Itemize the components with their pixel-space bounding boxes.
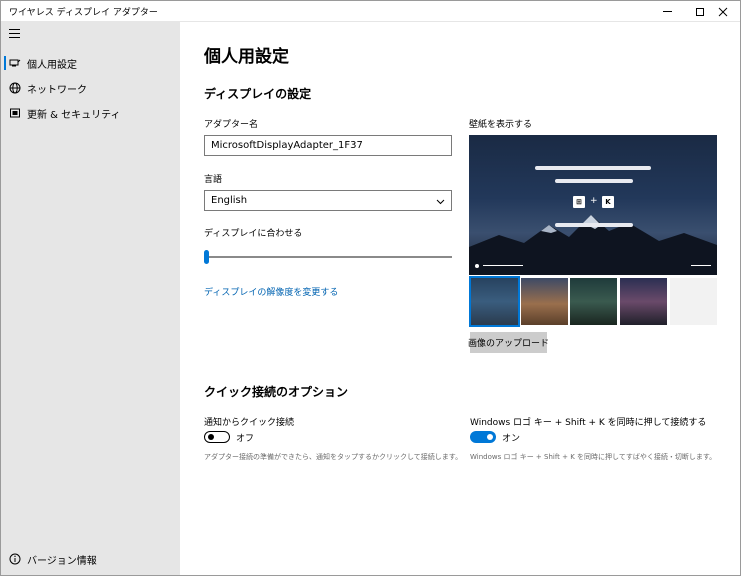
sidebar-item-label: 更新 & セキュリティ	[27, 110, 121, 121]
language-value: English	[211, 195, 248, 206]
fit-display-label: ディスプレイに合わせる	[204, 229, 303, 239]
hamburger-menu-icon[interactable]	[9, 29, 20, 38]
globe-icon	[9, 82, 21, 94]
preview-bar	[555, 223, 633, 227]
preview-line	[483, 265, 523, 266]
notify-connect-description: アダプター接続の準備ができたら、通知をタップするかクリックして接続します。	[204, 453, 463, 461]
preview-dot	[475, 264, 479, 268]
sidebar-item-update-security[interactable]: 更新 & セキュリティ	[1, 102, 180, 124]
quick-connect-heading: クイック接続のオプション	[204, 385, 349, 399]
wallpaper-thumbnail-4[interactable]	[620, 278, 667, 325]
language-dropdown[interactable]: English	[204, 190, 452, 211]
change-resolution-link[interactable]: ディスプレイの解像度を変更する	[204, 285, 338, 298]
adapter-name-input[interactable]: MicrosoftDisplayAdapter_1F37	[204, 135, 452, 156]
sidebar: 個人用設定 ネットワーク 更新 & セキュリティ バージョン情報	[1, 22, 180, 575]
preview-bar	[535, 166, 651, 170]
window-title: ワイヤレス ディスプレイ アダプター	[9, 8, 158, 18]
selection-indicator	[4, 56, 6, 70]
wallpaper-thumbnail-2[interactable]	[521, 278, 568, 325]
show-wallpaper-label: 壁紙を表示する	[469, 120, 533, 130]
sidebar-item-label: ネットワーク	[27, 85, 87, 96]
title-bar: ワイヤレス ディスプレイ アダプター	[1, 1, 740, 22]
language-label: 言語	[204, 175, 223, 185]
personalize-icon	[9, 57, 21, 69]
sidebar-item-label: 個人用設定	[27, 60, 77, 71]
minimize-button[interactable]	[650, 1, 684, 22]
toggle-knob	[208, 434, 214, 440]
hotkey-connect-state: オン	[502, 434, 521, 444]
close-button[interactable]	[706, 1, 740, 22]
maximize-icon	[696, 7, 704, 16]
adapter-name-value: MicrosoftDisplayAdapter_1F37	[211, 140, 363, 151]
windows-key-icon: ⊞	[573, 196, 585, 208]
slider-thumb[interactable]	[204, 250, 209, 264]
main-content: 個人用設定 ディスプレイの設定 アダプター名 MicrosoftDisplayA…	[180, 22, 740, 575]
wallpaper-preview: ⊞ + K	[469, 135, 717, 275]
wallpaper-thumbnail-empty[interactable]	[670, 278, 717, 325]
wallpaper-thumbnail-1[interactable]	[469, 276, 520, 327]
update-icon	[9, 107, 21, 119]
minimize-icon	[662, 11, 672, 12]
hotkey-connect-description: Windows ロゴ キー + Shift + K を同時に押してすばやく接続・…	[470, 453, 717, 461]
chevron-down-icon	[436, 199, 445, 205]
display-settings-heading: ディスプレイの設定	[204, 87, 312, 101]
sidebar-item-label: バージョン情報	[27, 556, 97, 567]
hotkey-connect-toggle[interactable]	[470, 431, 496, 443]
sidebar-item-about[interactable]: バージョン情報	[1, 548, 180, 570]
page-title: 個人用設定	[204, 47, 289, 67]
wallpaper-thumbnail-3[interactable]	[570, 278, 617, 325]
sidebar-item-network[interactable]: ネットワーク	[1, 77, 180, 99]
sidebar-item-personalization[interactable]: 個人用設定	[1, 52, 180, 74]
notify-connect-state: オフ	[236, 434, 255, 444]
hotkey-connect-label: Windows ロゴ キー + Shift + K を同時に押して接続する	[470, 418, 707, 428]
info-icon	[9, 553, 21, 565]
toggle-knob	[487, 434, 493, 440]
notify-connect-label: 通知からクイック接続	[204, 418, 295, 428]
preview-bar	[555, 179, 633, 183]
mountain-image	[469, 215, 717, 275]
notify-connect-toggle[interactable]	[204, 431, 230, 443]
close-icon	[718, 7, 728, 16]
adapter-name-label: アダプター名	[204, 120, 259, 130]
preview-line	[691, 265, 711, 266]
app-window: ワイヤレス ディスプレイ アダプター 個人用設定 ネットワーク 更新 & セキュ…	[0, 0, 741, 576]
fit-display-slider[interactable]	[204, 250, 452, 264]
k-key-icon: K	[602, 196, 614, 208]
plus-sign: +	[590, 196, 598, 206]
upload-image-button[interactable]: 画像のアップロード	[468, 332, 549, 353]
